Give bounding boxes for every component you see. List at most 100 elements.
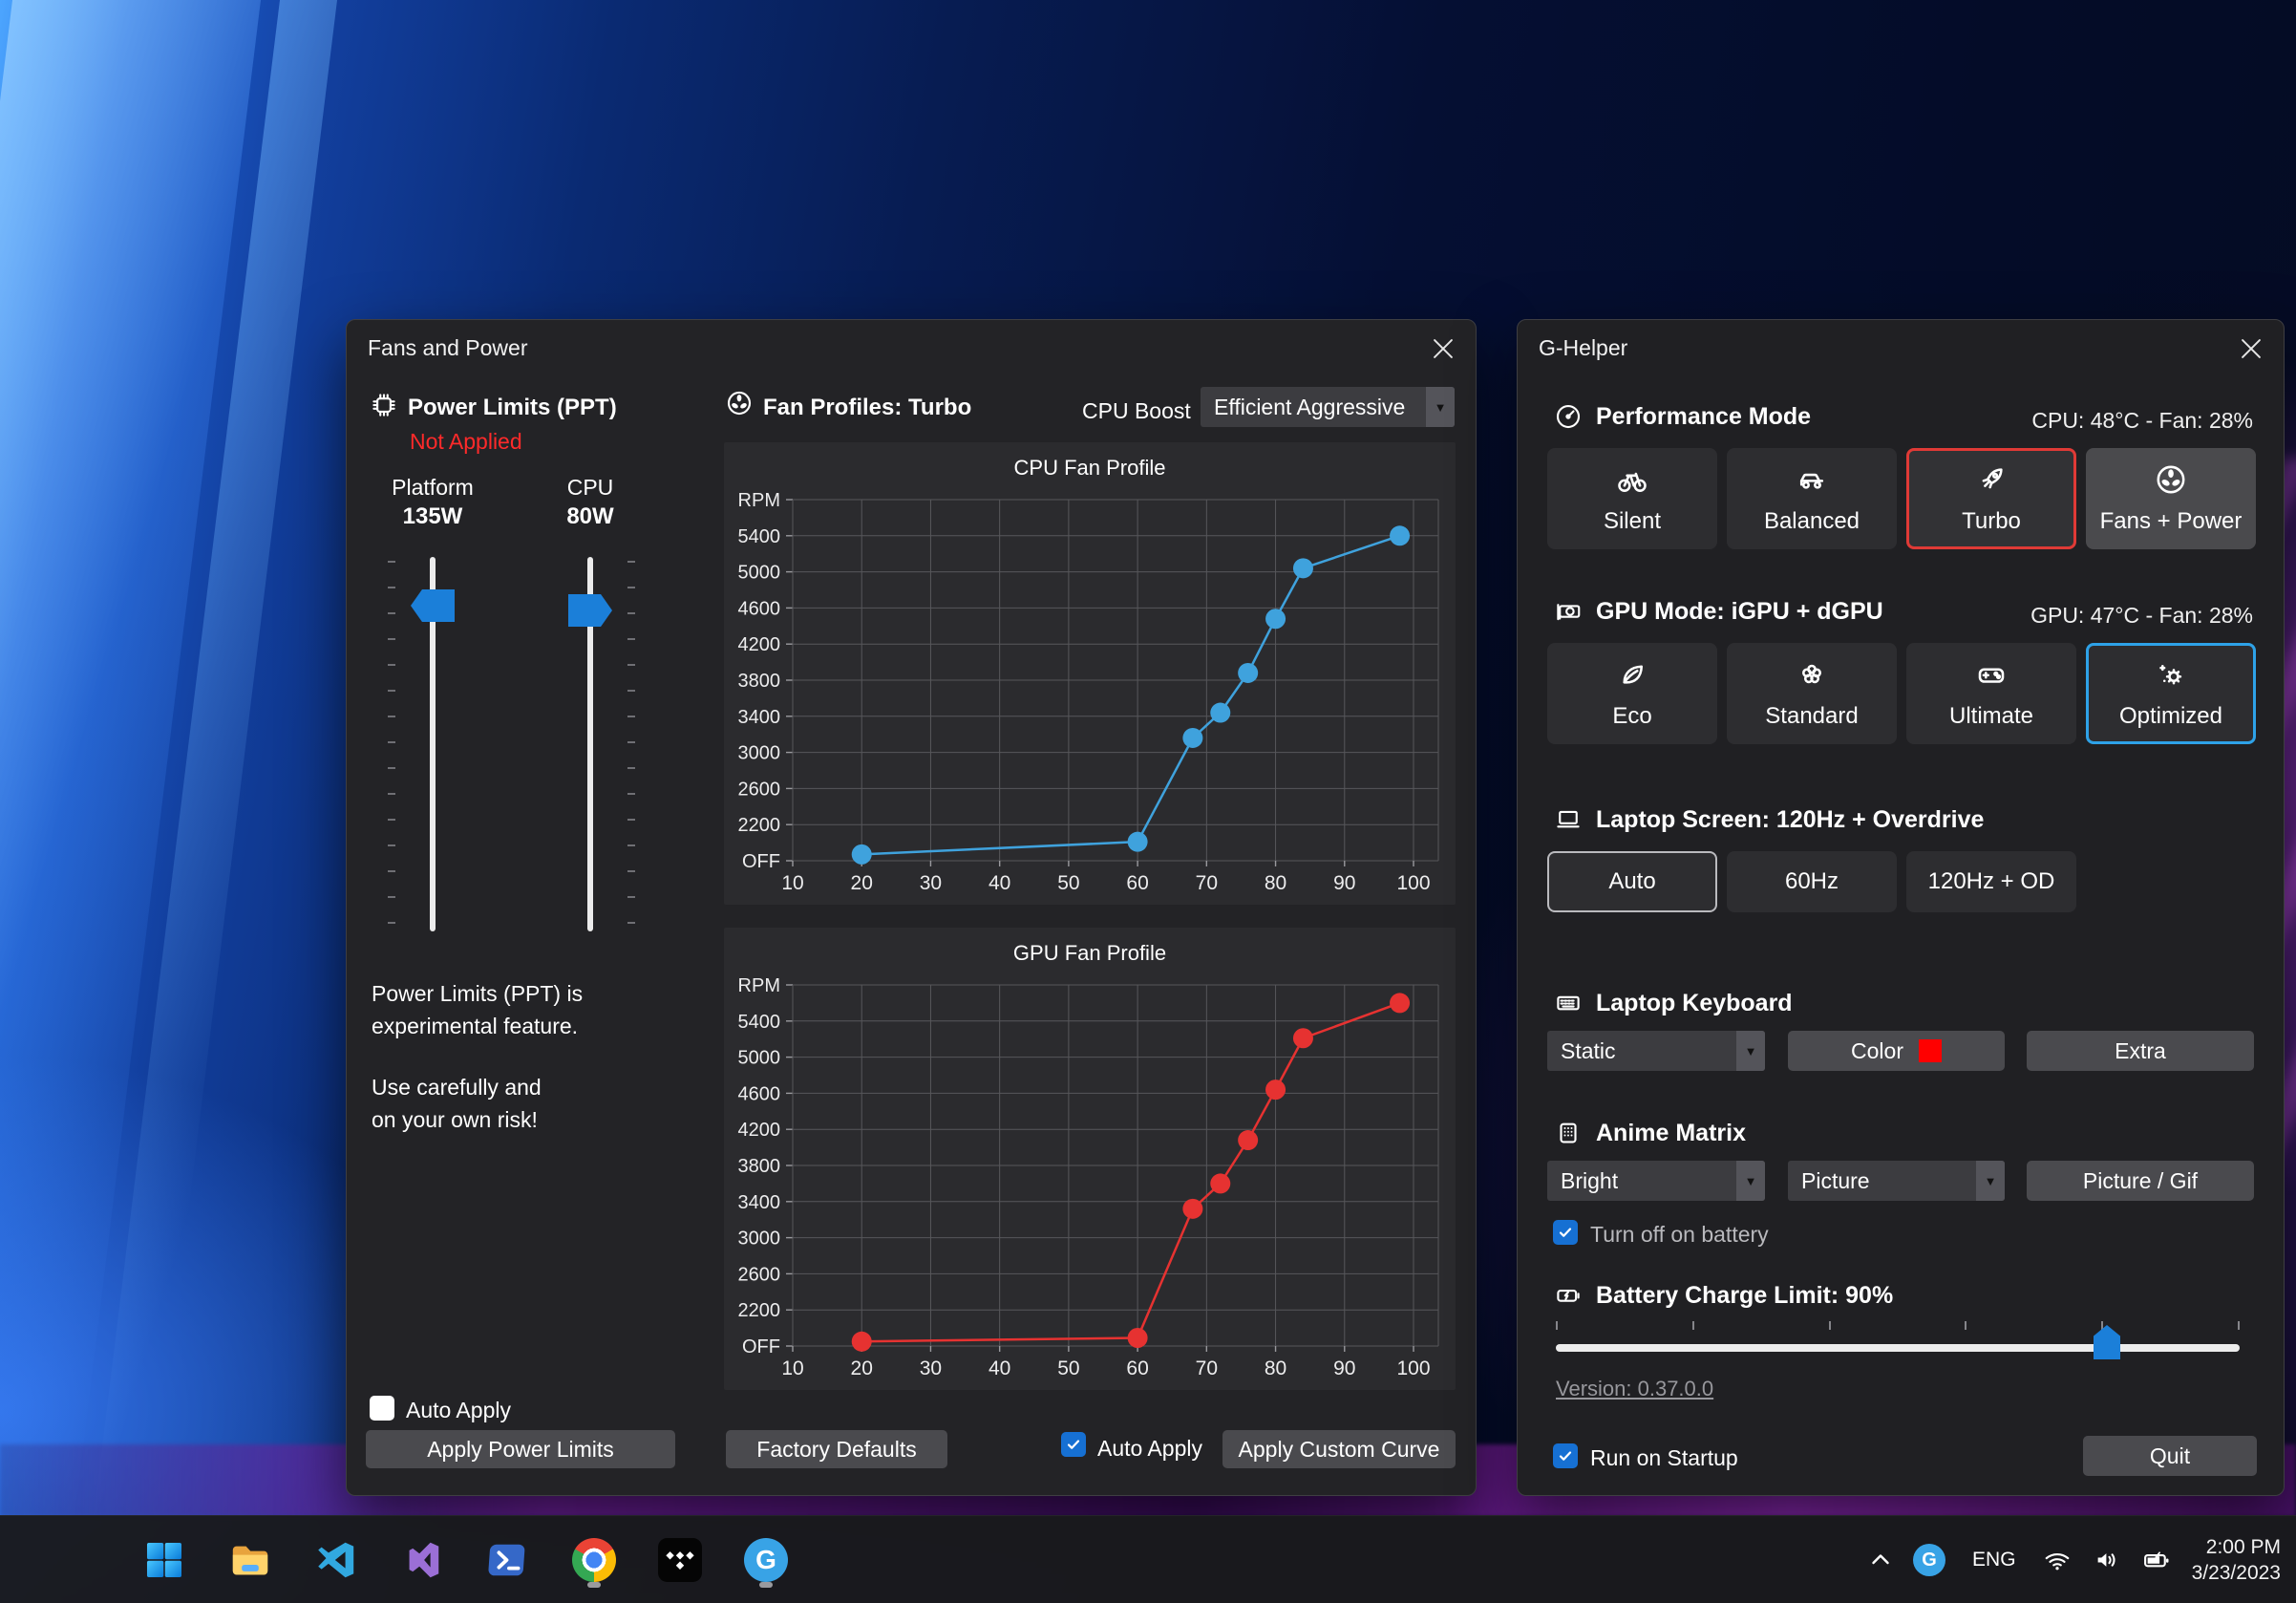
keyboard-icon (1554, 989, 1583, 1017)
wifi-icon[interactable] (2043, 1546, 2072, 1574)
run-on-startup-checkbox[interactable] (1553, 1443, 1578, 1468)
language-indicator[interactable]: ENG (1972, 1549, 2016, 1571)
keyboard-heading-row: Laptop Keyboard (1554, 989, 1793, 1017)
auto-apply-checkbox[interactable] (370, 1396, 394, 1421)
svg-text:90: 90 (1333, 872, 1355, 894)
screen-button-label: 120Hz + OD (1928, 868, 2055, 895)
color-swatch (1919, 1039, 1942, 1062)
gpu-temp-status: GPU: 47°C - Fan: 28% (2030, 603, 2253, 629)
platform-slider[interactable] (380, 557, 485, 931)
desktop: Fans and Power Power Limits (PPT) Not Ap… (0, 0, 2296, 1603)
apply-power-limits-button[interactable]: Apply Power Limits (366, 1430, 675, 1468)
cpu-fan-chart[interactable]: OFF220026003000340038004200460050005400R… (732, 486, 1448, 897)
cpu-slider-thumb[interactable] (568, 594, 612, 627)
chrome-button[interactable] (563, 1529, 625, 1591)
cpu-boost-dropdown[interactable]: Efficient Aggressive ▼ (1201, 387, 1455, 427)
curve-auto-apply-label: Auto Apply (1097, 1436, 1202, 1462)
curve-auto-apply-checkbox[interactable] (1061, 1432, 1086, 1457)
gpu-button-label: Eco (1612, 703, 1651, 730)
chevron-down-icon[interactable]: ▼ (1736, 1161, 1765, 1201)
flower-icon (1795, 657, 1829, 692)
svg-text:3800: 3800 (738, 671, 781, 692)
svg-text:3400: 3400 (738, 707, 781, 728)
running-indicator (759, 1582, 773, 1588)
clock-date: 3/23/2023 (2192, 1560, 2281, 1586)
factory-defaults-button[interactable]: Factory Defaults (726, 1430, 947, 1468)
ghelper-tray-icon[interactable]: G (1913, 1544, 1945, 1576)
svg-text:70: 70 (1196, 872, 1218, 894)
svg-text:60: 60 (1126, 872, 1148, 894)
car-icon (1795, 462, 1829, 497)
screen-button-60hz[interactable]: 60Hz (1727, 851, 1897, 912)
vscode-button[interactable] (306, 1529, 367, 1591)
cpu-slider[interactable] (538, 557, 643, 931)
keyboard-heading: Laptop Keyboard (1596, 990, 1793, 1017)
close-button[interactable] (2238, 335, 2264, 362)
keyboard-extra-button[interactable]: Extra (2027, 1031, 2254, 1071)
mode-button-label: Balanced (1764, 508, 1860, 535)
matrix-grid-icon (1554, 1119, 1583, 1147)
gpu-button-optimized[interactable]: Optimized (2086, 643, 2256, 744)
gpu-button-ultimate[interactable]: Ultimate (1906, 643, 2076, 744)
chevron-down-icon[interactable]: ▼ (1976, 1161, 2005, 1201)
svg-text:10: 10 (781, 872, 803, 894)
cpu-chart-title: CPU Fan Profile (724, 456, 1456, 481)
close-icon (2241, 338, 2262, 359)
visual-studio-button[interactable] (392, 1529, 453, 1591)
mode-button-balanced[interactable]: Balanced (1727, 448, 1897, 549)
battery-slider-track[interactable] (1556, 1344, 2240, 1352)
ghelper-taskbar-button[interactable]: G (735, 1529, 797, 1591)
gpu-fan-chart[interactable]: OFF220026003000340038004200460050005400R… (732, 972, 1448, 1382)
mode-button-fans-power[interactable]: Fans + Power (2086, 448, 2256, 549)
battery-heading-row: Battery Charge Limit: 90% (1554, 1281, 1893, 1310)
platform-slider-thumb[interactable] (411, 589, 455, 622)
close-button[interactable] (1430, 335, 1456, 362)
version-link[interactable]: Version: 0.37.0.0 (1556, 1377, 1713, 1401)
clock[interactable]: 2:00 PM 3/23/2023 (2192, 1534, 2281, 1586)
gpu-chart-title: GPU Fan Profile (724, 941, 1456, 966)
gpu-button-label: Optimized (2119, 703, 2222, 730)
svg-text:90: 90 (1333, 1357, 1355, 1379)
file-explorer-button[interactable] (220, 1529, 281, 1591)
screen-heading-row: Laptop Screen: 120Hz + Overdrive (1554, 805, 1984, 834)
leaf-icon (1615, 657, 1649, 692)
cpu-boost-label: CPU Boost (1082, 398, 1191, 424)
turn-off-on-battery-checkbox[interactable] (1553, 1220, 1578, 1245)
mode-button-silent[interactable]: Silent (1547, 448, 1717, 549)
power-limits-heading: Power Limits (PPT) (408, 395, 617, 421)
platform-value: 135W (366, 503, 500, 530)
terminal-button[interactable] (478, 1529, 539, 1591)
chevron-down-icon[interactable]: ▼ (1426, 387, 1455, 427)
windows-start-icon (142, 1538, 186, 1582)
apply-custom-curve-button[interactable]: Apply Custom Curve (1222, 1430, 1456, 1468)
battery-tray-icon[interactable] (2142, 1546, 2171, 1574)
screen-button-120hz-od[interactable]: 120Hz + OD (1906, 851, 2076, 912)
mode-button-turbo[interactable]: Turbo (1906, 448, 2076, 549)
volume-icon[interactable] (2093, 1546, 2121, 1574)
svg-text:2600: 2600 (738, 779, 781, 800)
svg-text:3800: 3800 (738, 1156, 781, 1177)
gpu-button-label: Standard (1765, 703, 1858, 730)
matrix-picture-gif-button[interactable]: Picture / Gif (2027, 1161, 2254, 1201)
keyboard-color-button[interactable]: Color (1788, 1031, 2005, 1071)
gpu-heading-row: GPU Mode: iGPU + dGPU (1554, 597, 1883, 626)
svg-text:70: 70 (1196, 1357, 1218, 1379)
svg-text:30: 30 (920, 1357, 942, 1379)
chevron-down-icon[interactable]: ▼ (1736, 1031, 1765, 1071)
battery-slider-thumb[interactable] (2094, 1325, 2120, 1359)
chevron-up-icon[interactable] (1869, 1549, 1892, 1571)
fan-icon (2154, 462, 2188, 497)
tidal-button[interactable] (649, 1529, 711, 1591)
matrix-mode-value: Picture (1788, 1161, 1976, 1201)
svg-text:20: 20 (851, 872, 873, 894)
chip-icon (370, 391, 398, 419)
keyboard-mode-dropdown[interactable]: Static ▼ (1547, 1031, 1765, 1071)
quit-button[interactable]: Quit (2083, 1436, 2257, 1476)
matrix-mode-dropdown[interactable]: Picture ▼ (1788, 1161, 2005, 1201)
screen-button-auto[interactable]: Auto (1547, 851, 1717, 912)
mode-button-label: Silent (1604, 508, 1661, 535)
matrix-brightness-dropdown[interactable]: Bright ▼ (1547, 1161, 1765, 1201)
gpu-button-standard[interactable]: Standard (1727, 643, 1897, 744)
start-button[interactable] (134, 1529, 195, 1591)
gpu-button-eco[interactable]: Eco (1547, 643, 1717, 744)
